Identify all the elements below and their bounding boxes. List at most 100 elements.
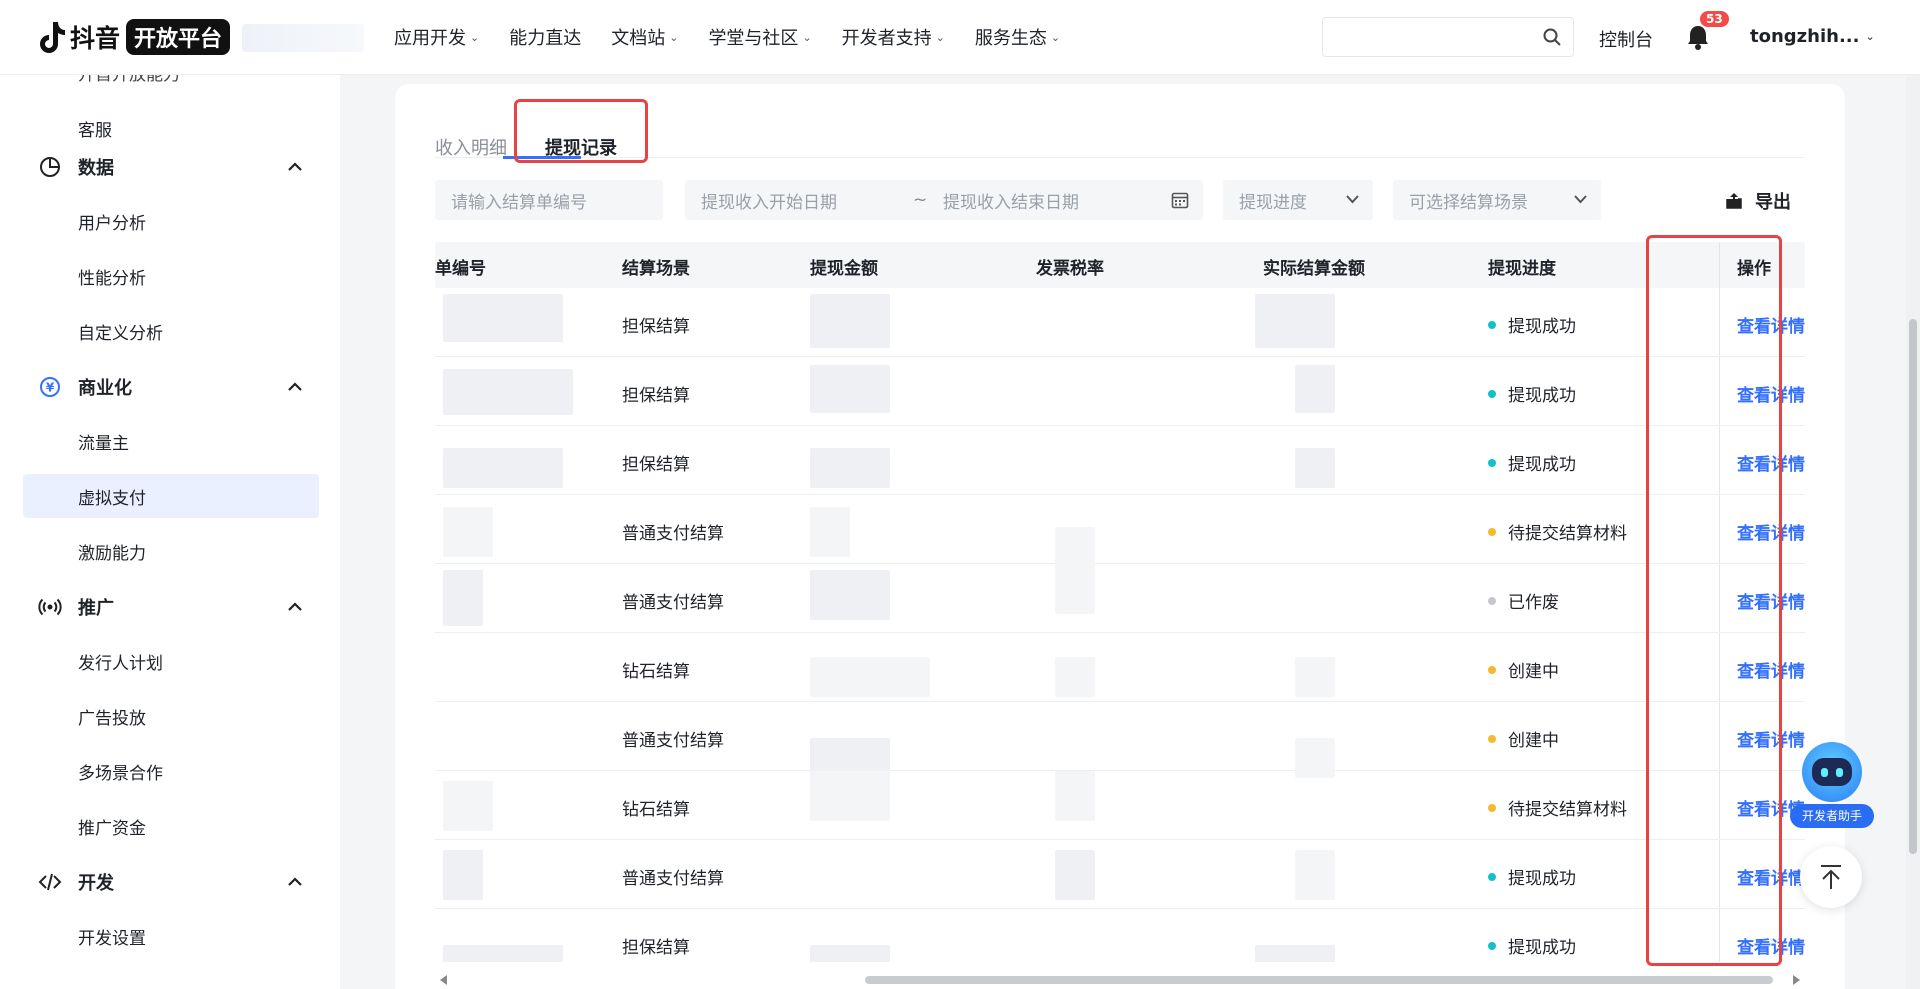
column-header: 单编号 — [435, 259, 486, 279]
sidebar-group-label: 商业化 — [78, 378, 132, 399]
progress-placeholder: 提现进度 — [1239, 192, 1307, 213]
sidebar-item[interactable]: 激励能力 — [23, 529, 319, 573]
developer-assistant-button[interactable]: 开发者助手 — [1790, 742, 1874, 832]
date-separator: ~ — [913, 190, 928, 210]
chevron-down-icon — [1574, 195, 1587, 204]
back-to-top-button[interactable] — [1800, 846, 1862, 908]
nav-item[interactable]: 学堂与社区 ⌄ — [708, 24, 811, 50]
redacted-cell — [810, 945, 890, 962]
search-box[interactable] — [1322, 17, 1574, 57]
redacted-cell — [810, 738, 890, 774]
tab-income-detail[interactable]: 收入明细 — [435, 134, 507, 160]
svg-text:¥: ¥ — [46, 381, 55, 395]
column-header: 结算场景 — [622, 259, 690, 279]
nav-item[interactable]: 开发者支持 ⌄ — [842, 24, 945, 50]
calendar-icon — [1171, 192, 1189, 209]
sidebar-group[interactable]: 推广 — [38, 592, 302, 622]
sidebar-item[interactable]: 客服 — [23, 106, 319, 150]
redacted-cell — [810, 507, 850, 557]
table-row: 普通支付结算 待提交结算材料 查看详情 — [435, 495, 1805, 565]
view-detail-link[interactable]: 查看详情 — [1737, 864, 1805, 889]
view-detail-link[interactable]: 查看详情 — [1737, 933, 1805, 958]
redacted-cell — [810, 365, 890, 413]
status-dot — [1488, 666, 1496, 674]
douyin-note-icon — [40, 22, 65, 53]
nav-item[interactable]: 能力直达 — [509, 24, 581, 50]
vertical-scroll-thumb[interactable] — [1909, 319, 1917, 854]
vertical-scrollbar[interactable] — [1906, 74, 1920, 989]
table-row: 钻石结算 待提交结算材料 查看详情 — [435, 771, 1805, 840]
table-row: 担保结算 提现成功 查看详情 — [435, 357, 1805, 426]
export-label: 导出 — [1755, 192, 1791, 213]
logo-text: 抖音 — [70, 24, 121, 53]
table-row: 普通支付结算 创建中 查看详情 — [435, 702, 1805, 778]
scene-select[interactable]: 可选择结算场景 — [1393, 180, 1601, 220]
scroll-left-icon[interactable] — [439, 975, 449, 985]
sidebar-item[interactable]: 推广资金 — [23, 804, 319, 848]
sidebar-group[interactable]: 开发 — [38, 867, 302, 897]
scene-cell: 担保结算 — [622, 938, 690, 958]
sidebar-item[interactable]: 虚拟支付 — [23, 474, 319, 518]
status-dot — [1488, 873, 1496, 881]
status-cell: 创建中 — [1488, 726, 1559, 751]
view-detail-link[interactable]: 查看详情 — [1737, 588, 1805, 613]
view-detail-link[interactable]: 查看详情 — [1737, 519, 1805, 544]
nav-item-label: 学堂与社区 — [708, 28, 799, 49]
nav-item[interactable]: 文档站 ⌄ — [611, 24, 678, 50]
sidebar-item[interactable]: 开发设置 — [23, 914, 319, 958]
sidebar-item[interactable]: 流量主 — [23, 419, 319, 463]
user-menu[interactable]: tongzhih... ⌄ — [1750, 26, 1875, 47]
view-detail-link[interactable]: 查看详情 — [1737, 450, 1805, 475]
username: tongzhih... — [1750, 26, 1860, 47]
table-row: 普通支付结算 提现成功 查看详情 — [435, 840, 1805, 909]
status-cell: 创建中 — [1488, 657, 1559, 682]
view-detail-link[interactable]: 查看详情 — [1737, 657, 1805, 682]
yuan-circle-icon: ¥ — [40, 377, 60, 397]
broadcast-icon — [38, 598, 62, 616]
sidebar-group[interactable]: ¥ 商业化 — [38, 372, 302, 402]
sidebar-item-cut[interactable]: 开首开放能力 — [78, 74, 180, 85]
sidebar-item[interactable]: 发行人计划 — [23, 639, 319, 683]
console-link[interactable]: 控制台 — [1599, 26, 1653, 52]
nav-item[interactable]: 服务生态 ⌄ — [975, 24, 1060, 50]
redacted-cell — [1055, 527, 1095, 565]
redacted-cell — [443, 945, 563, 962]
scroll-right-icon[interactable] — [1791, 975, 1801, 985]
nav-item[interactable]: 应用开发 ⌄ — [394, 24, 479, 50]
chevron-down-icon: ⌄ — [669, 30, 679, 44]
sidebar-item[interactable]: 自定义分析 — [23, 309, 319, 353]
view-detail-link[interactable]: 查看详情 — [1737, 312, 1805, 337]
sidebar-item[interactable]: 性能分析 — [23, 254, 319, 298]
code-icon — [38, 873, 62, 891]
sidebar-item[interactable]: 广告投放 — [23, 694, 319, 738]
sidebar-group-label: 推广 — [78, 598, 114, 619]
horizontal-scroll-thumb[interactable] — [865, 976, 1773, 984]
redacted-cell — [1055, 564, 1095, 614]
status-text: 创建中 — [1508, 662, 1559, 682]
status-text: 提现成功 — [1508, 317, 1576, 337]
date-range-picker[interactable]: 提现收入开始日期 ~ 提现收入结束日期 — [685, 180, 1203, 220]
sidebar-group[interactable]: 数据 — [38, 152, 302, 182]
view-detail-link[interactable]: 查看详情 — [1737, 381, 1805, 406]
table-row: 钻石结算 创建中 查看详情 — [435, 633, 1805, 702]
horizontal-scrollbar[interactable] — [435, 972, 1805, 988]
search-icon[interactable] — [1543, 28, 1561, 46]
search-input[interactable] — [1323, 18, 1523, 56]
redacted-cell — [1295, 657, 1335, 697]
scene-cell: 普通支付结算 — [622, 593, 724, 613]
status-dot — [1488, 321, 1496, 329]
logo-badge: 开放平台 — [126, 19, 231, 55]
redacted-cell — [1295, 448, 1335, 488]
export-button[interactable]: 导出 — [1725, 188, 1791, 214]
pie-chart-icon — [40, 157, 60, 177]
bell-icon[interactable] — [1686, 24, 1710, 50]
sidebar-item[interactable]: 用户分析 — [23, 199, 319, 243]
redacted-cell — [443, 369, 573, 415]
douyin-logo[interactable]: 抖音 开放平台 — [36, 18, 231, 56]
column-header: 发票税率 — [1036, 259, 1104, 279]
sidebar-item[interactable]: 多场景合作 — [23, 749, 319, 793]
progress-select[interactable]: 提现进度 — [1223, 180, 1373, 220]
status-text: 提现成功 — [1508, 938, 1576, 958]
scene-cell: 钻石结算 — [622, 662, 690, 682]
order-number-input[interactable]: 请输入结算单编号 — [435, 180, 663, 220]
